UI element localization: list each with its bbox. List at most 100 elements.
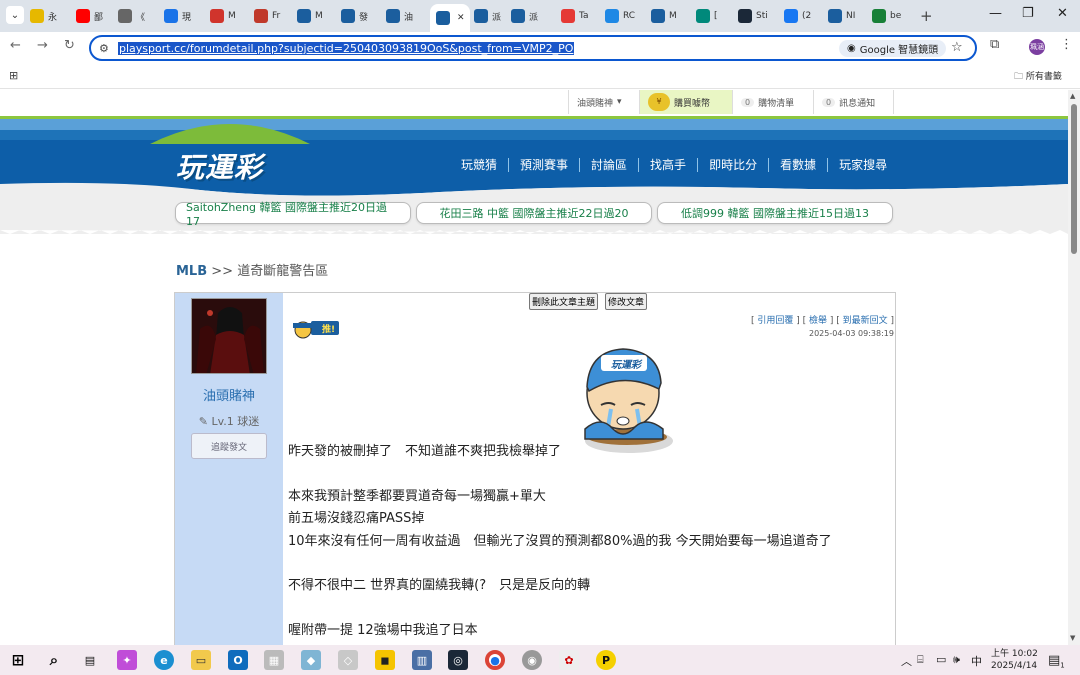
nav-item[interactable]: 預測賽事: [508, 158, 579, 172]
browser-tab[interactable]: 發: [341, 5, 379, 27]
ime-indicator[interactable]: 中: [971, 653, 982, 669]
battery-icon[interactable]: ▭: [936, 653, 946, 666]
app-icon[interactable]: ◆: [301, 650, 321, 670]
browser-tab[interactable]: RC: [605, 5, 643, 27]
windows-start-icon[interactable]: ⊞: [8, 650, 28, 670]
help-icon: [696, 9, 710, 23]
app3-icon[interactable]: ◉: [522, 650, 542, 670]
breadcrumb-separator: >>: [211, 264, 234, 279]
follow-button[interactable]: 追蹤發文: [191, 433, 267, 459]
browser-tab[interactable]: 鄙: [76, 5, 114, 27]
address-bar[interactable]: ⚙ playsport.cc/forumdetail.php?subjectid…: [89, 35, 977, 61]
browser-tab[interactable]: M: [297, 5, 335, 27]
delete-topic-button[interactable]: 刪除此文章主題: [529, 293, 599, 310]
volume-icon[interactable]: 🕪: [953, 653, 960, 667]
file-explorer-icon[interactable]: ▭: [191, 650, 211, 670]
browser-tab[interactable]: be: [872, 5, 910, 27]
task-view-icon[interactable]: ▤: [80, 650, 100, 670]
steam-icon[interactable]: ◎: [448, 650, 468, 670]
browser-tab[interactable]: Fr: [254, 5, 292, 27]
browser-tab[interactable]: Ta: [561, 5, 599, 27]
calculator-icon[interactable]: ▥: [412, 650, 432, 670]
author-name[interactable]: 油頭賭神: [175, 385, 283, 404]
browser-tab[interactable]: M: [651, 5, 689, 27]
scroll-down-icon[interactable]: ▼: [1070, 634, 1075, 642]
new-tab-icon[interactable]: +: [920, 7, 933, 25]
tab-search-icon[interactable]: ⌄: [6, 6, 24, 24]
menu-icon[interactable]: ⋮: [1060, 37, 1073, 52]
notification-center-icon[interactable]: ▤1: [1048, 653, 1065, 670]
browser-tab[interactable]: 油: [386, 5, 424, 27]
reload-icon[interactable]: ↻: [64, 38, 75, 53]
browser-tab[interactable]: [: [696, 5, 734, 27]
back-icon[interactable]: ←: [10, 38, 21, 53]
forward-icon[interactable]: →: [37, 38, 48, 53]
clock[interactable]: 上午 10:02 2025/4/14: [991, 648, 1038, 672]
edit-post-button[interactable]: 修改文章: [605, 293, 648, 310]
buy-predictions-button[interactable]: ¥ 購買噱幣: [639, 90, 732, 114]
search-icon[interactable]: ⌕: [44, 650, 64, 670]
scroll-thumb[interactable]: [1071, 104, 1077, 254]
chat-app-icon[interactable]: P: [596, 650, 616, 670]
browser-tab[interactable]: (2: [784, 5, 822, 27]
site-info-icon[interactable]: ⚙: [99, 42, 109, 55]
pencil-icon: ✎: [198, 415, 212, 428]
network-icon[interactable]: ⌸: [917, 653, 924, 667]
browser-tab[interactable]: 現: [164, 5, 202, 27]
restore-icon[interactable]: ❐: [1022, 6, 1034, 21]
extensions-icon[interactable]: ⧉: [990, 37, 999, 52]
browser-tab[interactable]: NI: [828, 5, 866, 27]
browser-tab[interactable]: Sti: [738, 5, 776, 27]
report-link[interactable]: 檢舉: [809, 316, 827, 326]
photos-icon[interactable]: ▦: [264, 650, 284, 670]
nav-item[interactable]: 看數據: [768, 158, 827, 172]
page-scrollbar[interactable]: ▲ ▼: [1068, 90, 1080, 645]
kakao-icon[interactable]: ◼: [375, 650, 395, 670]
chrome-icon[interactable]: ●: [485, 650, 505, 670]
close-tab-icon[interactable]: ✕: [457, 13, 465, 23]
notifications-link[interactable]: 0 訊息通知: [813, 90, 894, 114]
breadcrumb-section[interactable]: MLB: [176, 264, 207, 279]
avatar[interactable]: [191, 298, 267, 374]
browser-tab[interactable]: 《: [118, 5, 156, 27]
minimize-icon[interactable]: —: [989, 6, 1002, 21]
nav-item[interactable]: 討論區: [579, 158, 638, 172]
playsport-icon: [386, 9, 400, 23]
ticker-item[interactable]: 花田三路 中籃 國際盤主推近22日過20: [416, 202, 652, 224]
anime-app-icon[interactable]: ✿: [559, 650, 579, 670]
nav-item[interactable]: 即時比分: [697, 158, 768, 172]
browser-tab[interactable]: ✕: [430, 4, 470, 32]
nav-item[interactable]: 玩家搜尋: [827, 158, 898, 172]
profile-avatar[interactable]: 珮涵: [1029, 39, 1045, 55]
google-lens-button[interactable]: ◉ Google 智慧鏡頭: [839, 40, 947, 57]
push-button[interactable]: 推!: [289, 319, 341, 339]
edge-icon[interactable]: e: [154, 650, 174, 670]
ticker-item[interactable]: SaitohZheng 韓籃 國際盤主推近20日過17: [175, 201, 411, 228]
apps-grid-icon[interactable]: ⊞: [9, 69, 18, 82]
all-bookmarks-button[interactable]: 🗀 所有書籤: [1014, 69, 1062, 85]
tab-label: M: [315, 11, 323, 21]
browser-tab[interactable]: 永: [30, 5, 68, 27]
quote-reply-link[interactable]: 引用回覆: [757, 316, 793, 326]
url-text[interactable]: playsport.cc/forumdetail.php?subjectid=2…: [118, 42, 575, 55]
ticker-item[interactable]: 低調999 韓籃 國際盤主推近15日過13: [657, 202, 893, 224]
nav-item[interactable]: 玩競猜: [450, 158, 508, 172]
nav-item[interactable]: 找高手: [638, 158, 697, 172]
browser-tab[interactable]: 派: [474, 5, 512, 27]
close-window-icon[interactable]: ✕: [1057, 6, 1068, 21]
user-menu[interactable]: 油頭賭神 ▾: [568, 90, 639, 114]
site-logo[interactable]: 玩運彩: [176, 146, 263, 186]
tray-arrow-icon[interactable]: ︿: [901, 653, 912, 669]
copilot-icon[interactable]: ✦: [117, 650, 137, 670]
app2-icon[interactable]: ◇: [338, 650, 358, 670]
bookmark-star-icon[interactable]: ☆: [951, 40, 963, 55]
lens-label: Google 智慧鏡頭: [859, 45, 939, 56]
breadcrumb-forum[interactable]: 道奇斷龍警告區: [237, 264, 328, 279]
outlook-icon[interactable]: O: [228, 650, 248, 670]
browser-tab[interactable]: 派: [511, 5, 549, 27]
scroll-up-icon[interactable]: ▲: [1070, 92, 1075, 100]
latest-reply-link[interactable]: 到最新回文: [843, 316, 888, 326]
forum-post: 油頭賭神 ✎ Lv.1 球迷 追蹤發文 刪除此文章主題 修改文章 [ 引用回覆 …: [174, 292, 896, 645]
browser-tab[interactable]: M: [210, 5, 248, 27]
purchase-list-link[interactable]: 0 購物清單: [732, 90, 813, 114]
